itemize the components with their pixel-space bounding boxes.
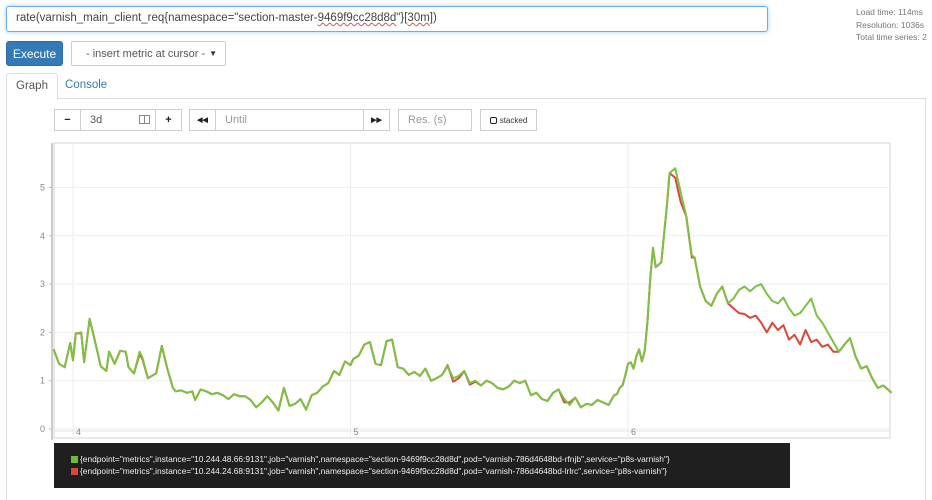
x-tick-label: 4 [76, 427, 81, 437]
legend-swatch-red [71, 468, 78, 475]
y-tick-label: 3 [40, 279, 45, 289]
y-tick-label: 1 [40, 376, 45, 386]
legend-swatch-green [71, 456, 78, 463]
legend-label: {endpoint="metrics",instance="10.244.48.… [80, 454, 670, 464]
legend-item[interactable]: {endpoint="metrics",instance="10.244.48.… [71, 453, 790, 465]
y-tick-label: 0 [40, 424, 45, 434]
x-tick-label: 5 [354, 427, 359, 437]
y-tick-label: 2 [40, 327, 45, 337]
legend-label: {endpoint="metrics",instance="10.244.24.… [80, 466, 667, 476]
legend-item[interactable]: {endpoint="metrics",instance="10.244.24.… [71, 465, 790, 477]
y-tick-label: 4 [40, 231, 45, 241]
graph-chart[interactable]: 0 1 2 3 4 5 4 5 6 [0, 0, 932, 500]
y-tick-label: 5 [40, 183, 45, 193]
chart-legend: {endpoint="metrics",instance="10.244.48.… [54, 443, 790, 488]
x-tick-label: 6 [631, 427, 636, 437]
